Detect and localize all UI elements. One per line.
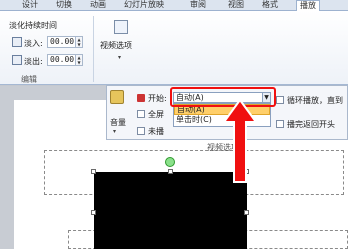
rewind-label: 播完返回开头 [287,120,335,129]
start-icon [137,94,145,102]
rewind-checkbox[interactable] [276,120,284,128]
fade-in-spinner[interactable]: ▲ ▼ [76,36,83,48]
fade-in-icon [12,37,22,47]
fullscreen-checkbox[interactable] [137,110,145,118]
group-separator [93,16,94,82]
video-options-icon[interactable] [114,20,128,34]
tab-review[interactable]: 审阅 [190,0,206,11]
volume-chevron-icon[interactable]: ▾ [113,128,116,135]
tab-view[interactable]: 视图 [228,0,244,11]
chevron-down-icon[interactable]: ▾ [118,54,121,61]
tab-slideshow[interactable]: 幻灯片放映 [124,0,164,11]
resize-handle-right[interactable] [244,210,249,215]
fade-out-icon [12,55,22,65]
tab-animations[interactable]: 动画 [90,0,106,11]
hide-when-not-playing-checkbox[interactable] [137,127,145,135]
resize-handle-left[interactable] [91,210,96,215]
tab-design[interactable]: 设计 [22,0,38,11]
speaker-icon [110,90,124,104]
fade-out-spinner[interactable]: ▲ ▼ [76,54,83,66]
fade-in-label: 淡入: [24,39,43,48]
fade-out-label: 淡出: [24,57,43,66]
start-label: 开始: [148,94,167,103]
resize-handle-top-left[interactable] [91,169,96,174]
video-options-button[interactable]: 视频选项 [100,40,132,51]
hide-when-not-playing-label: 未播 [148,127,164,136]
fade-duration-title: 淡化持续时间 [9,21,57,30]
loop-checkbox[interactable] [276,96,284,104]
volume-button[interactable]: 音量 [110,117,126,128]
ribbon-tab-strip: 设计 切换 动画 幻灯片放映 审阅 视图 格式 播放 [0,0,348,12]
tab-format[interactable]: 格式 [262,0,278,11]
loop-label: 循环播放，直到 [287,96,343,105]
tab-transitions[interactable]: 切换 [56,0,72,11]
fullscreen-label: 全屏 [148,110,164,119]
fade-out-field[interactable]: 00.00 [47,54,76,66]
resize-handle-top[interactable] [168,169,173,174]
rotate-handle[interactable] [165,157,175,167]
annotation-arrow-icon [222,98,258,183]
fade-in-field[interactable]: 00.00 [47,36,76,48]
edit-group-label: 编辑 [21,75,37,84]
